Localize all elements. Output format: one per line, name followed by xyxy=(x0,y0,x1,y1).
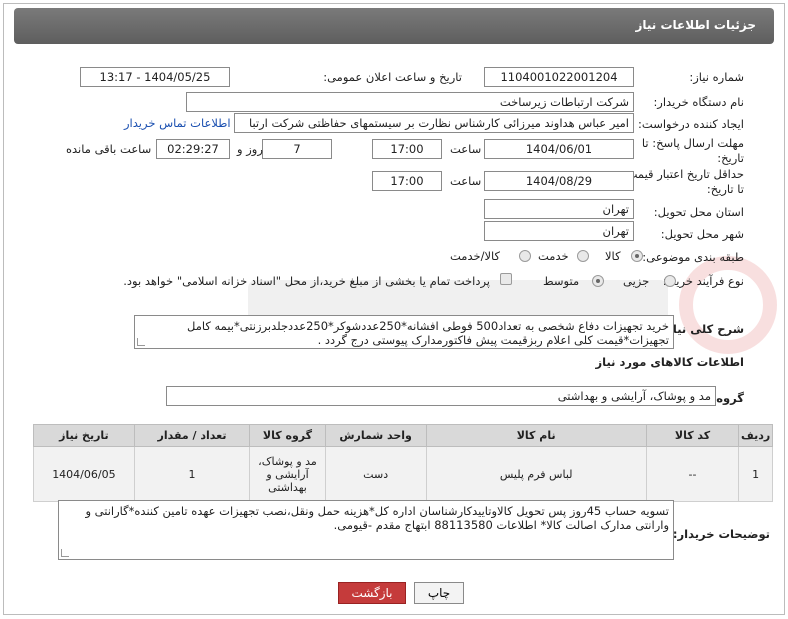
category-radio-both[interactable] xyxy=(519,250,531,262)
resize-handle[interactable] xyxy=(137,338,145,346)
buyer-org-label: نام دستگاه خریدار: xyxy=(653,95,744,109)
process-option-medium: متوسط xyxy=(543,274,580,288)
deadline-label: مهلت ارسال پاسخ: تا xyxy=(641,136,744,150)
process-radio-minor[interactable] xyxy=(664,275,676,287)
creator-label: ایجاد کننده درخواست: xyxy=(638,117,744,131)
back-button[interactable]: بازگشت xyxy=(338,582,406,604)
deadline-time-label: ساعت xyxy=(450,142,482,156)
contact-buyer-link[interactable]: اطلاعات تماس خریدار xyxy=(124,116,231,130)
col-group: گروه کالا xyxy=(249,424,326,447)
category-radio-service[interactable] xyxy=(577,250,589,262)
category-option-service: خدمت xyxy=(538,249,569,263)
category-option-both: کالا/خدمت xyxy=(450,249,501,263)
col-name: نام کالا xyxy=(425,424,647,447)
days-remaining-field[interactable]: 7 xyxy=(262,139,332,159)
creator-field[interactable]: امیر عباس هداوند میرزائی کارشناس نظارت ب… xyxy=(234,113,634,133)
col-qty: تعداد / مقدار xyxy=(133,424,251,447)
col-unit: واحد شمارش xyxy=(324,424,427,447)
treasury-checkbox[interactable] xyxy=(500,273,512,285)
cell-row: 1 xyxy=(738,446,773,502)
goods-section-title: اطلاعات کالاهای مورد نیاز xyxy=(595,355,744,369)
city-label: شهر محل تحویل: xyxy=(660,227,744,241)
page-title: جزئیات اطلاعات نیاز xyxy=(635,18,756,32)
validity-date-field[interactable]: 1404/08/29 xyxy=(484,171,634,191)
need-number-field[interactable]: 1104001022001204 xyxy=(484,67,634,87)
announce-label: تاریخ و ساعت اعلان عمومی: xyxy=(323,70,462,84)
cell-qty: 1 xyxy=(133,446,251,502)
description-text: خرید تجهیزات دفاع شخصی به تعداد500 فوطی … xyxy=(187,319,669,347)
province-field[interactable]: تهران xyxy=(484,199,634,219)
category-option-goods: کالا xyxy=(605,249,621,263)
announce-field[interactable]: 1404/05/25 - 13:17 xyxy=(80,67,230,87)
process-option-minor: جزیی xyxy=(623,274,650,288)
col-row: ردیف xyxy=(738,424,773,447)
resize-handle[interactable] xyxy=(61,549,69,557)
goods-group-field[interactable]: مد و پوشاک، آرایشی و بهداشتی xyxy=(166,386,716,406)
buyer-notes-textarea[interactable]: تسویه حساب 45روز پس تحویل کالاوتاییدکارش… xyxy=(58,500,674,560)
deadline-date-field[interactable]: 1404/06/01 xyxy=(484,139,634,159)
buyer-notes-label: توضیحات خریدار: xyxy=(672,527,770,541)
province-label: استان محل تحویل: xyxy=(653,205,744,219)
table-header-row: ردیف کد کالا نام کالا واحد شمارش گروه کا… xyxy=(33,424,773,447)
validity-time-label: ساعت xyxy=(450,174,482,188)
description-textarea[interactable]: خرید تجهیزات دفاع شخصی به تعداد500 فوطی … xyxy=(134,315,674,349)
validity-label-2: تا تاریخ: xyxy=(706,182,744,196)
validity-label: حداقل تاریخ اعتبار قیمت: xyxy=(622,167,744,181)
deadline-time-field[interactable]: 17:00 xyxy=(372,139,442,159)
page-header: جزئیات اطلاعات نیاز xyxy=(14,8,774,44)
description-label: شرح کلی نیاز: xyxy=(661,322,744,336)
col-date: تاریخ نیاز xyxy=(33,424,135,447)
category-label: طبقه بندی موضوعی: xyxy=(642,250,744,264)
cell-group: مد و پوشاک، آرایشی و بهداشتی xyxy=(249,446,326,502)
validity-time-field[interactable]: 17:00 xyxy=(372,171,442,191)
category-radio-goods[interactable] xyxy=(631,250,643,262)
buyer-org-field[interactable]: شرکت ارتباطات زیرساخت xyxy=(186,92,634,112)
print-button[interactable]: چاپ xyxy=(414,582,464,604)
goods-table: ردیف کد کالا نام کالا واحد شمارش گروه کا… xyxy=(33,424,773,502)
col-code: کد کالا xyxy=(645,424,740,447)
deadline-label-2: تاریخ: xyxy=(717,151,744,165)
payment-note: پرداخت تمام یا بخشی از مبلغ خرید،از محل … xyxy=(123,274,490,288)
hours-remaining-field[interactable]: 02:29:27 xyxy=(156,139,230,159)
cell-unit: دست xyxy=(324,446,427,502)
process-radio-medium[interactable] xyxy=(592,275,604,287)
city-field[interactable]: تهران xyxy=(484,221,634,241)
remaining-label: ساعت باقی مانده xyxy=(66,142,152,156)
need-number-label: شماره نیاز: xyxy=(689,70,744,84)
cell-name: لباس فرم پلیس xyxy=(425,446,647,502)
cell-date: 1404/06/05 xyxy=(33,446,135,502)
days-label: روز و xyxy=(237,142,263,156)
table-row[interactable]: 1 -- لباس فرم پلیس دست مد و پوشاک، آرایش… xyxy=(33,446,773,502)
cell-code: -- xyxy=(645,446,740,502)
buyer-notes-text: تسویه حساب 45روز پس تحویل کالاوتاییدکارش… xyxy=(85,504,669,532)
